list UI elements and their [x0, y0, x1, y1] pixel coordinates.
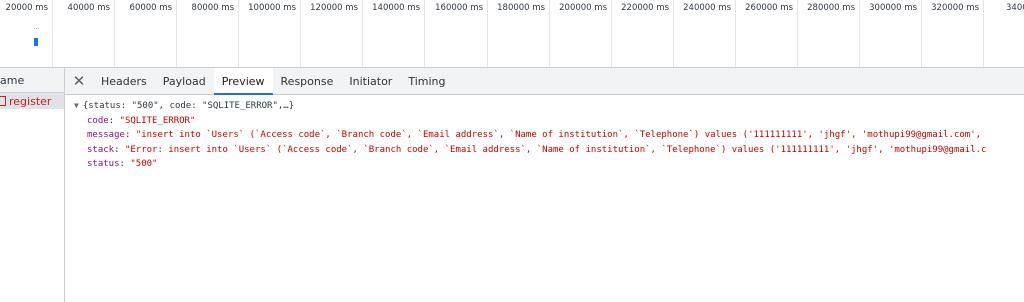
timeline-tick: 220000 ms [612, 0, 674, 67]
timeline-tick: 160000 ms [425, 0, 488, 67]
name-column-header[interactable]: ame [0, 68, 64, 93]
document-icon [0, 96, 6, 106]
json-property[interactable]: code: "SQLITE_ERROR" [74, 114, 1024, 129]
timeline-tick: 100000 ms [239, 0, 301, 67]
timeline-tick: 80000 ms [177, 0, 239, 67]
request-waiting-marker [34, 28, 39, 31]
timeline-tick: 20000 ms [0, 0, 53, 67]
json-preview: ▼ {status: "500", code: "SQLITE_ERROR",…}… [65, 95, 1024, 172]
devtools-network-panel: 20000 ms 40000 ms 60000 ms 80000 ms 1000… [0, 0, 1024, 302]
json-property[interactable]: status: "500" [74, 157, 1024, 172]
timeline-tick: 320000 ms [922, 0, 984, 67]
json-property[interactable]: message: "insert into `Users` (`Access c… [74, 128, 1024, 143]
json-property[interactable]: stack: "Error: insert into `Users` (`Acc… [74, 143, 1024, 158]
request-list: ame register [0, 68, 65, 302]
tab-headers[interactable]: Headers [93, 68, 155, 94]
request-details-panel: ✕ Headers Payload Preview Response Initi… [65, 68, 1024, 302]
request-row-register[interactable]: register [0, 93, 64, 109]
tab-preview[interactable]: Preview [213, 68, 273, 95]
timeline-tick: 40000 ms [53, 0, 115, 67]
timeline-tick: 200000 ms [550, 0, 612, 67]
tab-timing[interactable]: Timing [400, 68, 453, 94]
timeline-tick: 140000 ms [363, 0, 425, 67]
close-icon[interactable]: ✕ [65, 68, 93, 94]
tab-response[interactable]: Response [273, 68, 342, 94]
timeline-tick: 60000 ms [115, 0, 177, 67]
timeline-overview[interactable]: 20000 ms 40000 ms 60000 ms 80000 ms 1000… [0, 0, 1024, 68]
details-tabbar: ✕ Headers Payload Preview Response Initi… [65, 68, 1024, 95]
tab-initiator[interactable]: Initiator [341, 68, 400, 94]
timeline-tick: 300000 ms [860, 0, 922, 67]
json-summary: {status: "500", code: "SQLITE_ERROR",…} [82, 101, 295, 111]
timeline-tick: 120000 ms [301, 0, 363, 67]
timeline-tick: 260000 ms [736, 0, 798, 67]
json-root[interactable]: ▼ {status: "500", code: "SQLITE_ERROR",…} [74, 99, 1024, 114]
timeline-tick: 280000 ms [798, 0, 860, 67]
tab-payload[interactable]: Payload [155, 68, 214, 94]
timeline-tick: 180000 ms [488, 0, 550, 67]
timeline-tick: 240000 ms [674, 0, 736, 67]
timeline-tick: 34000 [1006, 3, 1024, 13]
expand-triangle-icon[interactable]: ▼ [74, 101, 79, 110]
request-name: register [9, 94, 52, 108]
request-download-bar [34, 38, 38, 46]
